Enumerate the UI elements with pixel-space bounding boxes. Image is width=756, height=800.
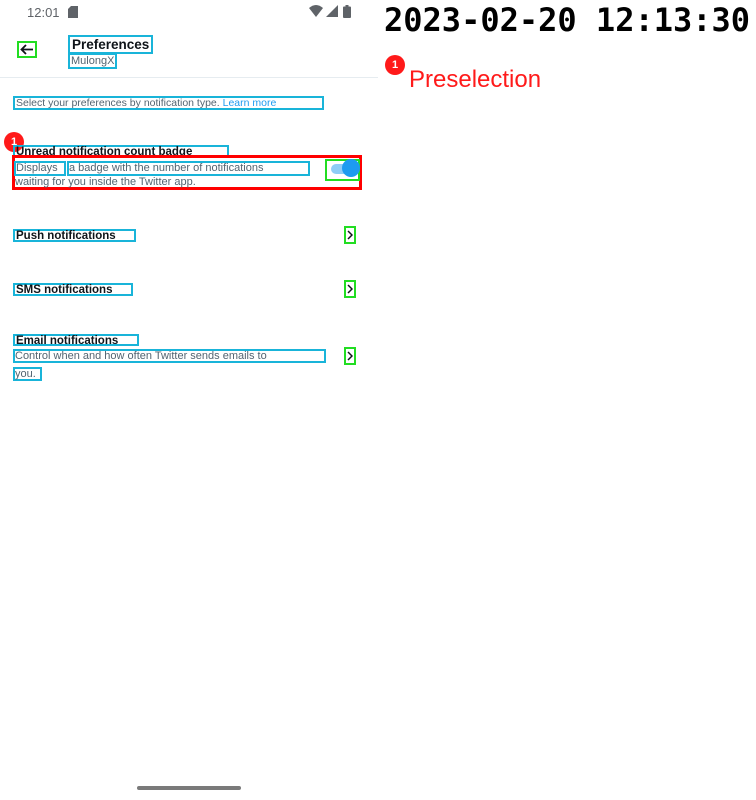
arrow-left-icon (20, 44, 33, 55)
legend-label-preselection: Preselection (409, 66, 542, 93)
back-button[interactable] (17, 41, 37, 58)
intro-text: Select your preferences by notification … (13, 96, 324, 110)
setting-desc-badge: a badge with the number of notifications (67, 161, 310, 176)
sms-notifications-chevron[interactable] (344, 280, 356, 298)
phone-screen: 12:01 Preferences MulongX Select your pr… (0, 0, 378, 800)
push-notifications-chevron[interactable] (344, 226, 356, 244)
email-notifications-chevron[interactable] (344, 347, 356, 365)
battery-icon (343, 5, 351, 18)
chevron-right-icon (347, 351, 353, 361)
status-bar: 12:01 (0, 0, 378, 26)
setting-desc-email-line1: Control when and how often Twitter sends… (13, 349, 326, 363)
unread-badge-toggle[interactable] (325, 159, 360, 181)
setting-desc-displays: Displays (14, 161, 66, 176)
page-title: Preferences (68, 35, 154, 54)
legend-marker-1: 1 (385, 55, 405, 75)
signal-icon (326, 5, 338, 17)
capture-timestamp: 2023-02-20 12:13:30. (384, 1, 756, 39)
sd-card-icon (68, 6, 78, 18)
chevron-right-icon (347, 230, 353, 240)
home-indicator[interactable] (137, 786, 241, 790)
app-header: Preferences MulongX (0, 26, 378, 76)
setting-desc-email-line2: you. (13, 367, 42, 381)
header-divider (0, 77, 378, 78)
toggle-knob (342, 159, 360, 177)
intro-description: Select your preferences by notification … (16, 97, 223, 109)
wifi-icon (309, 5, 323, 17)
status-time: 12:01 (27, 5, 60, 20)
account-username: MulongX (68, 53, 118, 69)
setting-title-push[interactable]: Push notifications (13, 229, 136, 242)
setting-desc-waiting: waiting for you inside the Twitter app. (15, 176, 196, 188)
setting-title-email[interactable]: Email notifications (13, 334, 139, 347)
setting-title-sms[interactable]: SMS notifications (13, 283, 133, 296)
chevron-right-icon (347, 284, 353, 294)
learn-more-link[interactable]: Learn more (223, 97, 277, 109)
